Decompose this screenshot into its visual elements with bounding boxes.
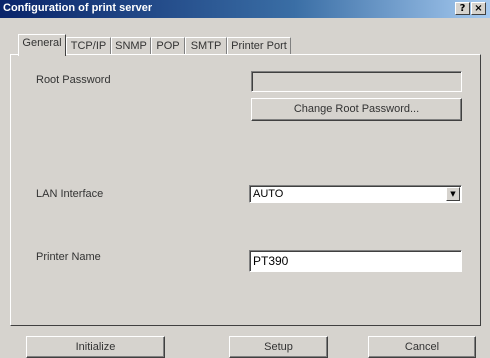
- printer-name-label: Printer Name: [36, 251, 101, 263]
- tab-snmp[interactable]: SNMP: [111, 37, 151, 55]
- title-bar: Configuration of print server ? ×: [0, 0, 490, 18]
- lan-interface-value: AUTO: [253, 188, 284, 200]
- setup-button[interactable]: Setup: [229, 336, 328, 358]
- close-button[interactable]: ×: [471, 2, 486, 15]
- tab-pop[interactable]: POP: [151, 37, 185, 55]
- lan-interface-select[interactable]: AUTO ▼: [249, 185, 462, 203]
- dropdown-arrow-icon[interactable]: ▼: [446, 187, 460, 201]
- window-title: Configuration of print server: [3, 2, 153, 14]
- root-password-field: [251, 71, 462, 92]
- lan-interface-label: LAN Interface: [36, 188, 104, 200]
- printer-name-input[interactable]: PT390: [249, 250, 462, 272]
- general-tab-panel: Root Password Change Root Password... LA…: [10, 54, 481, 326]
- tab-tcpip[interactable]: TCP/IP: [66, 37, 111, 55]
- change-root-password-button[interactable]: Change Root Password...: [251, 98, 462, 121]
- tab-smtp[interactable]: SMTP: [185, 37, 227, 55]
- tab-printer-port[interactable]: Printer Port: [227, 37, 291, 55]
- print-server-config-dialog: Configuration of print server ? × Genera…: [0, 0, 490, 358]
- cancel-button[interactable]: Cancel: [368, 336, 476, 358]
- tab-general[interactable]: General: [18, 34, 66, 56]
- initialize-button[interactable]: Initialize: [26, 336, 165, 358]
- root-password-label: Root Password: [36, 74, 111, 86]
- help-button[interactable]: ?: [455, 2, 470, 15]
